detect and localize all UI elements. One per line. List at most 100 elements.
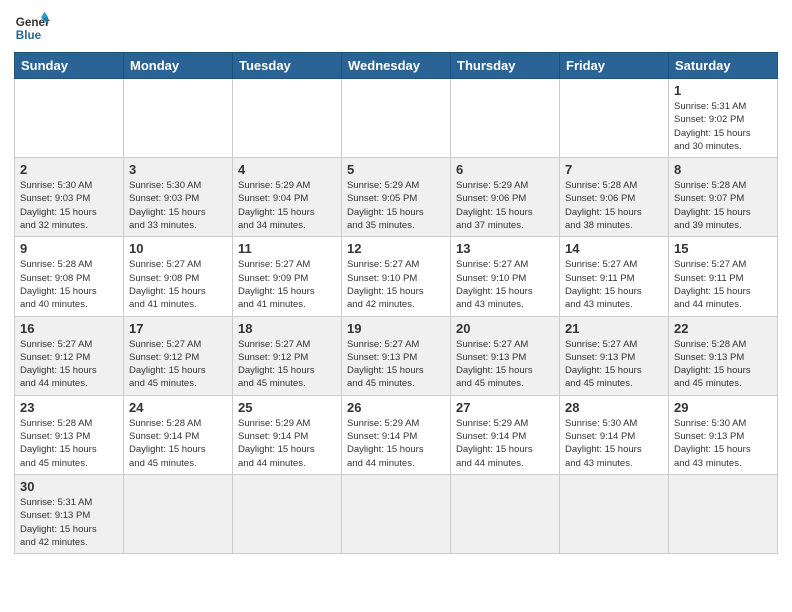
calendar-day-cell: 8 Sunrise: 5:28 AM Sunset: 9:07 PM Daylig… <box>669 158 778 237</box>
day-info: Sunrise: 5:28 AM Sunset: 9:13 PM Dayligh… <box>20 417 118 470</box>
calendar-day-cell: 17 Sunrise: 5:27 AM Sunset: 9:12 PM Dayli… <box>124 316 233 395</box>
calendar-day-cell: 23 Sunrise: 5:28 AM Sunset: 9:13 PM Dayli… <box>15 395 124 474</box>
day-info: Sunrise: 5:30 AM Sunset: 9:03 PM Dayligh… <box>129 179 227 232</box>
calendar-day-cell <box>342 474 451 553</box>
weekday-header-tuesday: Tuesday <box>233 53 342 79</box>
day-number: 13 <box>456 241 554 256</box>
calendar-day-cell: 12 Sunrise: 5:27 AM Sunset: 9:10 PM Dayli… <box>342 237 451 316</box>
calendar-day-cell <box>124 474 233 553</box>
calendar-day-cell <box>560 474 669 553</box>
calendar-day-cell: 28 Sunrise: 5:30 AM Sunset: 9:14 PM Dayli… <box>560 395 669 474</box>
day-number: 4 <box>238 162 336 177</box>
calendar-day-cell <box>124 79 233 158</box>
calendar-day-cell: 13 Sunrise: 5:27 AM Sunset: 9:10 PM Dayli… <box>451 237 560 316</box>
calendar-day-cell: 7 Sunrise: 5:28 AM Sunset: 9:06 PM Daylig… <box>560 158 669 237</box>
calendar-day-cell <box>451 79 560 158</box>
day-info: Sunrise: 5:28 AM Sunset: 9:06 PM Dayligh… <box>565 179 663 232</box>
calendar-day-cell <box>15 79 124 158</box>
calendar-table: SundayMondayTuesdayWednesdayThursdayFrid… <box>14 52 778 554</box>
day-number: 29 <box>674 400 772 415</box>
day-info: Sunrise: 5:31 AM Sunset: 9:13 PM Dayligh… <box>20 496 118 549</box>
day-number: 9 <box>20 241 118 256</box>
day-number: 19 <box>347 321 445 336</box>
calendar-week-row: 30Sunrise: 5:31 AM Sunset: 9:13 PM Dayli… <box>15 474 778 553</box>
day-number: 17 <box>129 321 227 336</box>
day-number: 20 <box>456 321 554 336</box>
calendar-day-cell: 14 Sunrise: 5:27 AM Sunset: 9:11 PM Dayli… <box>560 237 669 316</box>
calendar-day-cell: 20 Sunrise: 5:27 AM Sunset: 9:13 PM Dayli… <box>451 316 560 395</box>
weekday-header-friday: Friday <box>560 53 669 79</box>
header: General Blue <box>14 10 778 46</box>
day-info: Sunrise: 5:27 AM Sunset: 9:10 PM Dayligh… <box>347 258 445 311</box>
calendar-week-row: 2 Sunrise: 5:30 AM Sunset: 9:03 PM Daylig… <box>15 158 778 237</box>
day-info: Sunrise: 5:27 AM Sunset: 9:13 PM Dayligh… <box>456 338 554 391</box>
day-info: Sunrise: 5:30 AM Sunset: 9:03 PM Dayligh… <box>20 179 118 232</box>
weekday-header-sunday: Sunday <box>15 53 124 79</box>
day-info: Sunrise: 5:27 AM Sunset: 9:12 PM Dayligh… <box>129 338 227 391</box>
day-info: Sunrise: 5:27 AM Sunset: 9:11 PM Dayligh… <box>674 258 772 311</box>
day-number: 24 <box>129 400 227 415</box>
calendar-day-cell: 4 Sunrise: 5:29 AM Sunset: 9:04 PM Daylig… <box>233 158 342 237</box>
day-number: 23 <box>20 400 118 415</box>
day-number: 1 <box>674 83 772 98</box>
calendar-day-cell: 30Sunrise: 5:31 AM Sunset: 9:13 PM Dayli… <box>15 474 124 553</box>
weekday-header-thursday: Thursday <box>451 53 560 79</box>
day-info: Sunrise: 5:29 AM Sunset: 9:05 PM Dayligh… <box>347 179 445 232</box>
day-info: Sunrise: 5:29 AM Sunset: 9:06 PM Dayligh… <box>456 179 554 232</box>
day-number: 12 <box>347 241 445 256</box>
day-info: Sunrise: 5:29 AM Sunset: 9:04 PM Dayligh… <box>238 179 336 232</box>
calendar-day-cell: 19 Sunrise: 5:27 AM Sunset: 9:13 PM Dayli… <box>342 316 451 395</box>
day-info: Sunrise: 5:27 AM Sunset: 9:12 PM Dayligh… <box>238 338 336 391</box>
day-info: Sunrise: 5:29 AM Sunset: 9:14 PM Dayligh… <box>456 417 554 470</box>
calendar-day-cell: 3 Sunrise: 5:30 AM Sunset: 9:03 PM Daylig… <box>124 158 233 237</box>
day-info: Sunrise: 5:27 AM Sunset: 9:12 PM Dayligh… <box>20 338 118 391</box>
svg-text:Blue: Blue <box>16 29 42 42</box>
day-number: 11 <box>238 241 336 256</box>
day-number: 28 <box>565 400 663 415</box>
day-info: Sunrise: 5:27 AM Sunset: 9:10 PM Dayligh… <box>456 258 554 311</box>
calendar-day-cell: 21Sunrise: 5:27 AM Sunset: 9:13 PM Dayli… <box>560 316 669 395</box>
day-info: Sunrise: 5:31 AM Sunset: 9:02 PM Dayligh… <box>674 100 772 153</box>
logo: General Blue <box>14 10 50 46</box>
day-number: 10 <box>129 241 227 256</box>
calendar-day-cell: 2 Sunrise: 5:30 AM Sunset: 9:03 PM Daylig… <box>15 158 124 237</box>
day-info: Sunrise: 5:28 AM Sunset: 9:14 PM Dayligh… <box>129 417 227 470</box>
calendar-day-cell: 27 Sunrise: 5:29 AM Sunset: 9:14 PM Dayli… <box>451 395 560 474</box>
calendar-day-cell: 5Sunrise: 5:29 AM Sunset: 9:05 PM Daylig… <box>342 158 451 237</box>
day-info: Sunrise: 5:30 AM Sunset: 9:14 PM Dayligh… <box>565 417 663 470</box>
day-number: 27 <box>456 400 554 415</box>
day-number: 16 <box>20 321 118 336</box>
day-info: Sunrise: 5:27 AM Sunset: 9:13 PM Dayligh… <box>565 338 663 391</box>
day-number: 14 <box>565 241 663 256</box>
day-number: 2 <box>20 162 118 177</box>
day-number: 15 <box>674 241 772 256</box>
page: General Blue SundayMondayTuesdayWednesda… <box>0 0 792 568</box>
calendar-day-cell <box>560 79 669 158</box>
calendar-day-cell: 29Sunrise: 5:30 AM Sunset: 9:13 PM Dayli… <box>669 395 778 474</box>
day-number: 3 <box>129 162 227 177</box>
calendar-day-cell <box>233 474 342 553</box>
day-info: Sunrise: 5:27 AM Sunset: 9:11 PM Dayligh… <box>565 258 663 311</box>
day-number: 18 <box>238 321 336 336</box>
calendar-day-cell: 25Sunrise: 5:29 AM Sunset: 9:14 PM Dayli… <box>233 395 342 474</box>
day-number: 26 <box>347 400 445 415</box>
calendar-week-row: 9 Sunrise: 5:28 AM Sunset: 9:08 PM Daylig… <box>15 237 778 316</box>
calendar-day-cell: 16 Sunrise: 5:27 AM Sunset: 9:12 PM Dayli… <box>15 316 124 395</box>
day-info: Sunrise: 5:27 AM Sunset: 9:09 PM Dayligh… <box>238 258 336 311</box>
day-info: Sunrise: 5:27 AM Sunset: 9:13 PM Dayligh… <box>347 338 445 391</box>
weekday-header-saturday: Saturday <box>669 53 778 79</box>
calendar-day-cell <box>669 474 778 553</box>
calendar-day-cell: 11 Sunrise: 5:27 AM Sunset: 9:09 PM Dayli… <box>233 237 342 316</box>
calendar-day-cell: 15 Sunrise: 5:27 AM Sunset: 9:11 PM Dayli… <box>669 237 778 316</box>
calendar-day-cell <box>233 79 342 158</box>
day-info: Sunrise: 5:28 AM Sunset: 9:07 PM Dayligh… <box>674 179 772 232</box>
day-number: 8 <box>674 162 772 177</box>
calendar-day-cell: 1 Sunrise: 5:31 AM Sunset: 9:02 PM Daylig… <box>669 79 778 158</box>
day-info: Sunrise: 5:28 AM Sunset: 9:08 PM Dayligh… <box>20 258 118 311</box>
calendar-day-cell: 22Sunrise: 5:28 AM Sunset: 9:13 PM Dayli… <box>669 316 778 395</box>
day-info: Sunrise: 5:27 AM Sunset: 9:08 PM Dayligh… <box>129 258 227 311</box>
calendar-week-row: 23 Sunrise: 5:28 AM Sunset: 9:13 PM Dayli… <box>15 395 778 474</box>
day-number: 7 <box>565 162 663 177</box>
day-number: 25 <box>238 400 336 415</box>
calendar-day-cell: 10 Sunrise: 5:27 AM Sunset: 9:08 PM Dayli… <box>124 237 233 316</box>
